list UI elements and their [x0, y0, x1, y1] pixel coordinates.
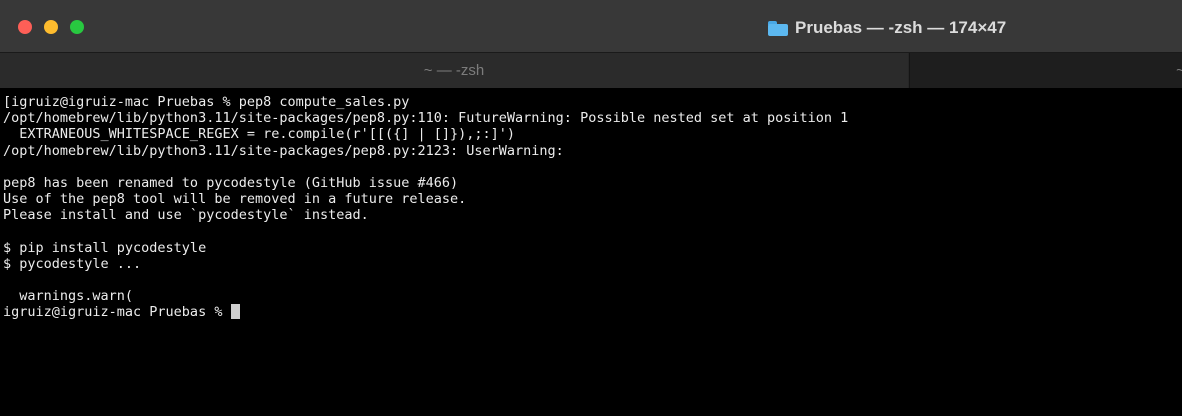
folder-icon: [768, 20, 788, 36]
terminal-line: pep8 has been renamed to pycodestyle (Gi…: [3, 174, 459, 191]
shell-prompt: igruiz@igruiz-mac Pruebas %: [3, 304, 231, 321]
terminal-line: [igruiz@igruiz-mac Pruebas % pep8 comput…: [3, 94, 410, 110]
tab-label: ~ — -zsh: [423, 62, 485, 79]
tab-label: ~/: [1176, 62, 1182, 79]
close-button[interactable]: [18, 20, 32, 34]
title-bar: Pruebas — -zsh — 174×47: [0, 0, 1182, 52]
tab-zsh-home[interactable]: ~ — -zsh: [0, 53, 908, 88]
terminal-line: $ pip install pycodestyle: [3, 239, 207, 256]
terminal-line: warnings.warn(: [3, 288, 134, 305]
terminal-line: /opt/homebrew/lib/python3.11/site-packag…: [3, 110, 849, 127]
text-cursor: [230, 304, 240, 320]
prompt-line[interactable]: igruiz@igruiz-mac Pruebas %: [3, 304, 1178, 320]
terminal-line: Please install and use `pycodestyle` ins…: [3, 207, 369, 224]
minimize-button[interactable]: [44, 20, 58, 34]
terminal-line: $ pycodestyle ...: [3, 255, 142, 272]
terminal-line: Use of the pep8 tool will be removed in …: [3, 191, 467, 208]
maximize-button[interactable]: [70, 20, 84, 34]
window-title-group: Pruebas — -zsh — 174×47: [768, 18, 1006, 38]
terminal-window: Pruebas — -zsh — 174×47 ~ — -zsh ~/ [igr…: [0, 0, 1182, 416]
window-title: Pruebas — -zsh — 174×47: [795, 18, 1007, 37]
tab-second[interactable]: ~/: [909, 53, 1182, 88]
terminal-output[interactable]: [igruiz@igruiz-mac Pruebas % pep8 comput…: [3, 94, 1178, 412]
terminal-line: /opt/homebrew/lib/python3.11/site-packag…: [3, 142, 564, 159]
terminal-line: EXTRANEOUS_WHITESPACE_REGEX = re.compile…: [3, 126, 516, 143]
tab-bar: ~ — -zsh ~/: [0, 52, 1182, 88]
